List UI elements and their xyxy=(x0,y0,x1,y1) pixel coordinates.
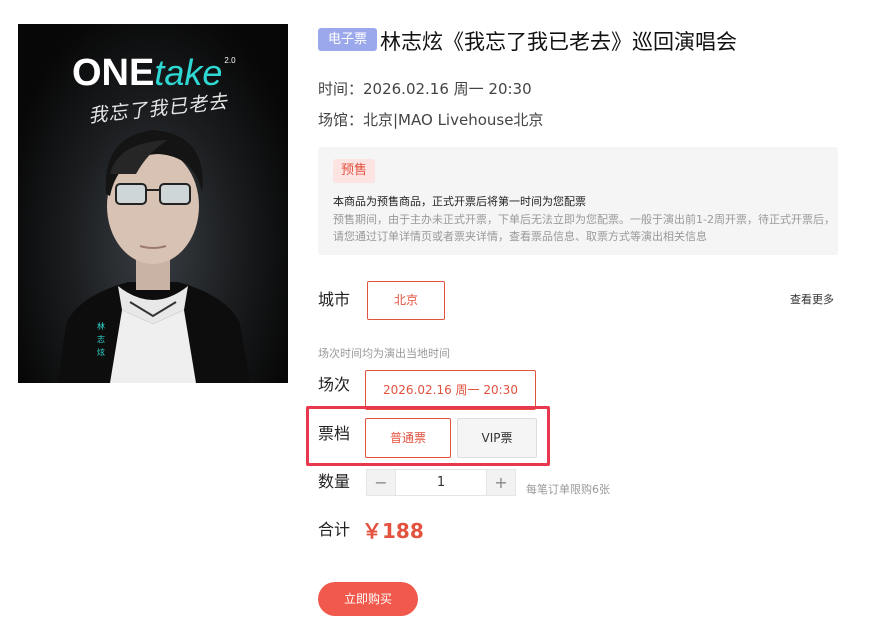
total-price: ￥188 xyxy=(362,519,424,543)
quantity-value[interactable]: 1 xyxy=(396,469,486,496)
purchase-limit-note: 每笔订单限购6张 xyxy=(526,483,610,496)
poster-artist-name: 林志炫 xyxy=(97,322,105,357)
e-ticket-badge: 电子票 xyxy=(318,28,377,51)
quantity-label: 数量 xyxy=(318,472,351,491)
quantity-plus-button[interactable]: + xyxy=(486,469,516,496)
presale-notice-desc: 预售期间，由于主办未正式开票，下单后无法立即为您配票。一般于演出前1-2周开票，… xyxy=(333,213,835,243)
event-poster: ONEtake 2.0 我忘了我已老去 林志炫 xyxy=(18,24,288,383)
tier-option-vip[interactable]: VIP票 xyxy=(457,418,537,458)
tier-label: 票档 xyxy=(318,424,351,443)
presale-notice: 预售 本商品为预售商品，正式开票后将第一时间为您配票 预售期间，由于主办未正式开… xyxy=(318,147,838,255)
event-venue: 场馆：北京|MAO Livehouse北京 xyxy=(318,111,544,129)
session-label: 场次 xyxy=(318,375,351,394)
city-label: 城市 xyxy=(318,290,351,309)
event-time: 时间：2026.02.16 周一 20:30 xyxy=(318,80,532,98)
city-option-beijing[interactable]: 北京 xyxy=(367,281,445,320)
session-hint: 场次时间均为演出当地时间 xyxy=(318,347,450,360)
presale-tag: 预售 xyxy=(333,159,375,183)
tier-option-regular[interactable]: 普通票 xyxy=(365,418,451,458)
quantity-stepper: − 1 + xyxy=(366,469,516,496)
quantity-minus-button[interactable]: − xyxy=(366,469,396,496)
event-title: 林志炫《我忘了我已老去》巡回演唱会 xyxy=(380,30,737,54)
view-more-link[interactable]: 查看更多 xyxy=(790,291,834,307)
presale-notice-main: 本商品为预售商品，正式开票后将第一时间为您配票 xyxy=(333,195,586,208)
session-option[interactable]: 2026.02.16 周一 20:30 xyxy=(365,370,536,410)
buy-now-button[interactable]: 立即购买 xyxy=(318,582,418,616)
total-label: 合计 xyxy=(318,520,351,539)
